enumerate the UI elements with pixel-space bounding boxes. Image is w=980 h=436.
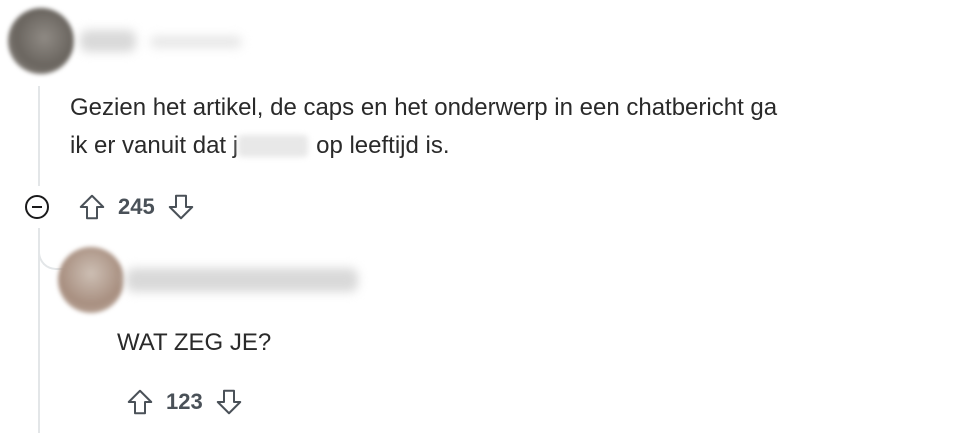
reply-score: 123 xyxy=(166,389,203,414)
minus-icon xyxy=(32,206,42,208)
arrow-up-icon xyxy=(79,194,105,220)
redacted-name xyxy=(238,135,309,157)
comment-text-line2-start: ik er vanuit dat j xyxy=(70,132,239,159)
arrow-up-icon xyxy=(127,389,153,415)
arrow-down-icon xyxy=(216,389,241,415)
timestamp-redacted xyxy=(150,36,242,48)
username-redacted[interactable] xyxy=(80,30,136,52)
reply-downvote-button[interactable] xyxy=(213,386,245,418)
comment-text-line1: Gezien het artikel, de caps en het onder… xyxy=(70,94,778,121)
reply-body: WAT ZEG JE? xyxy=(117,329,272,356)
collapse-thread-button[interactable] xyxy=(25,195,49,219)
comment-body: Gezien het artikel, de caps en het onder… xyxy=(70,89,777,165)
comment-score: 245 xyxy=(118,194,155,219)
reply-username-redacted[interactable] xyxy=(126,268,358,292)
comment-vote-row: 245 xyxy=(76,191,197,223)
reply-upvote-button[interactable] xyxy=(124,386,156,418)
reply-vote-row: 123 xyxy=(124,386,245,418)
downvote-button[interactable] xyxy=(165,191,197,223)
comment-text-line2-end: op leeftijd is. xyxy=(316,132,450,159)
upvote-button[interactable] xyxy=(76,191,108,223)
reply-avatar[interactable] xyxy=(58,247,124,313)
avatar[interactable] xyxy=(8,8,74,74)
thread-line-main xyxy=(38,86,40,186)
arrow-down-icon xyxy=(168,194,193,220)
